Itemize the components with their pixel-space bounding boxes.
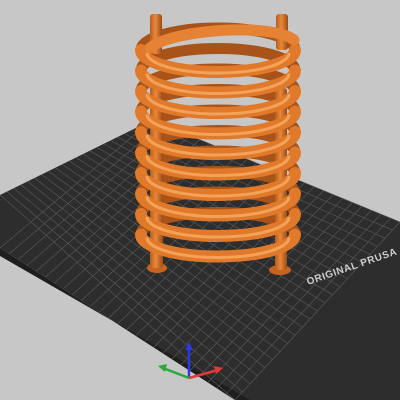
y-axis-arrow — [158, 364, 167, 372]
helical-coil-model[interactable] — [135, 14, 301, 275]
3d-viewport[interactable]: ORIGINAL PRUSA — [0, 0, 400, 400]
y-axis — [162, 366, 190, 380]
